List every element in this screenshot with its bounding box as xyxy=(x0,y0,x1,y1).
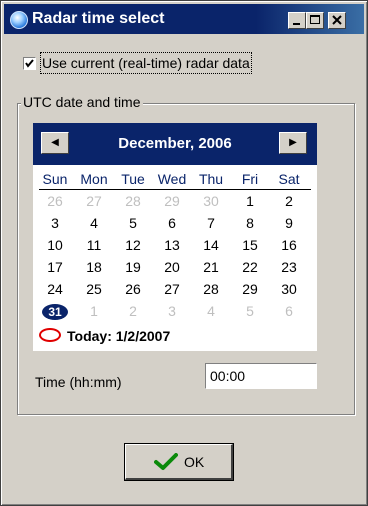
weekday-mon: Mon xyxy=(80,171,108,187)
time-input[interactable] xyxy=(205,363,317,389)
calendar-day[interactable]: 28 xyxy=(193,279,229,299)
maximize-icon xyxy=(310,15,320,24)
calendar-week: 31 1 2 3 4 5 6 xyxy=(33,301,317,321)
calendar-day[interactable]: 1 xyxy=(76,301,112,321)
calendar-header: December, 2006 ◀ ▶ xyxy=(33,123,317,165)
calendar-day[interactable]: 19 xyxy=(115,257,151,277)
calendar-day[interactable]: 2 xyxy=(271,191,307,211)
calendar-day[interactable]: 4 xyxy=(193,301,229,321)
calendar-day[interactable]: 2 xyxy=(115,301,151,321)
calendar-day[interactable]: 27 xyxy=(76,191,112,211)
calendar-day[interactable]: 5 xyxy=(232,301,268,321)
group-legend: UTC date and time xyxy=(21,94,143,110)
calendar-day[interactable]: 28 xyxy=(115,191,151,211)
ok-button-label: OK xyxy=(184,454,205,470)
globe-icon xyxy=(10,11,28,29)
calendar-day[interactable]: 29 xyxy=(232,279,268,299)
weekday-tue: Tue xyxy=(121,171,145,187)
weekday-thu: Thu xyxy=(198,171,224,187)
month-calendar[interactable]: December, 2006 ◀ ▶ Sun Mon Tue Wed Thu F… xyxy=(33,123,317,351)
calendar-day[interactable]: 5 xyxy=(115,213,151,233)
calendar-day[interactable]: 18 xyxy=(76,257,112,277)
calendar-day[interactable]: 25 xyxy=(76,279,112,299)
calendar-day[interactable]: 13 xyxy=(154,235,190,255)
dialog-window: Radar time select Use current (real-time… xyxy=(0,0,368,506)
calendar-day[interactable]: 22 xyxy=(232,257,268,277)
title-bar[interactable]: Radar time select xyxy=(4,4,364,34)
calendar-week: 26 27 28 29 30 1 2 xyxy=(33,191,317,211)
calendar-week: 3 4 5 6 7 8 9 xyxy=(33,213,317,233)
calendar-day[interactable]: 14 xyxy=(193,235,229,255)
calendar-day[interactable]: 12 xyxy=(115,235,151,255)
calendar-day[interactable]: 3 xyxy=(154,301,190,321)
next-month-button[interactable]: ▶ xyxy=(279,132,307,154)
today-link[interactable]: Today: 1/2/2007 xyxy=(67,326,170,346)
calendar-week: 10 11 12 13 14 15 16 xyxy=(33,235,317,255)
realtime-checkbox[interactable] xyxy=(23,57,36,70)
calendar-day[interactable]: 15 xyxy=(232,235,268,255)
calendar-day[interactable]: 27 xyxy=(154,279,190,299)
calendar-day[interactable]: 8 xyxy=(232,213,268,233)
calendar-day[interactable]: 6 xyxy=(154,213,190,233)
weekday-sun: Sun xyxy=(42,171,68,187)
calendar-day[interactable]: 26 xyxy=(115,279,151,299)
close-button[interactable] xyxy=(328,12,346,29)
triangle-right-icon: ▶ xyxy=(289,137,297,148)
close-icon xyxy=(332,15,342,25)
weekday-wed: Wed xyxy=(157,171,187,187)
calendar-week: 17 18 19 20 21 22 23 xyxy=(33,257,317,277)
calendar-week: 24 25 26 27 28 29 30 xyxy=(33,279,317,299)
calendar-day[interactable]: 11 xyxy=(76,235,112,255)
calendar-day[interactable]: 24 xyxy=(37,279,73,299)
calendar-month-year: December, 2006 xyxy=(118,135,232,152)
minimize-icon xyxy=(293,23,300,25)
calendar-day[interactable]: 29 xyxy=(154,191,190,211)
realtime-checkbox-label[interactable]: Use current (real-time) radar data xyxy=(40,52,252,74)
calendar-day[interactable]: 30 xyxy=(271,279,307,299)
calendar-day[interactable]: 23 xyxy=(271,257,307,277)
weekday-divider xyxy=(39,189,311,190)
calendar-day[interactable]: 26 xyxy=(37,191,73,211)
ok-button[interactable]: OK xyxy=(124,443,234,481)
selected-day-marker: 31 xyxy=(42,304,68,320)
calendar-day[interactable]: 1 xyxy=(232,191,268,211)
calendar-day[interactable]: 7 xyxy=(193,213,229,233)
green-checkmark-icon xyxy=(154,453,178,470)
weekday-fri: Fri xyxy=(241,171,259,187)
minimize-button[interactable] xyxy=(288,12,306,29)
calendar-day-selected[interactable]: 31 xyxy=(37,301,73,321)
calendar-day[interactable]: 16 xyxy=(271,235,307,255)
maximize-button[interactable] xyxy=(306,12,324,29)
calendar-day[interactable]: 30 xyxy=(193,191,229,211)
weekday-header-row: Sun Mon Tue Wed Thu Fri Sat xyxy=(33,169,317,189)
calendar-day[interactable]: 10 xyxy=(37,235,73,255)
prev-month-button[interactable]: ◀ xyxy=(41,132,69,154)
calendar-day[interactable]: 4 xyxy=(76,213,112,233)
window-title: Radar time select xyxy=(32,10,165,27)
calendar-day[interactable]: 21 xyxy=(193,257,229,277)
checkmark-icon xyxy=(25,59,34,68)
calendar-day[interactable]: 3 xyxy=(37,213,73,233)
calendar-day[interactable]: 20 xyxy=(154,257,190,277)
triangle-left-icon: ◀ xyxy=(51,137,59,148)
time-label: Time (hh:mm) xyxy=(35,374,122,390)
calendar-day[interactable]: 17 xyxy=(37,257,73,277)
calendar-day[interactable]: 9 xyxy=(271,213,307,233)
calendar-day[interactable]: 6 xyxy=(271,301,307,321)
weekday-sat: Sat xyxy=(278,171,300,187)
today-circle-icon xyxy=(39,328,61,342)
